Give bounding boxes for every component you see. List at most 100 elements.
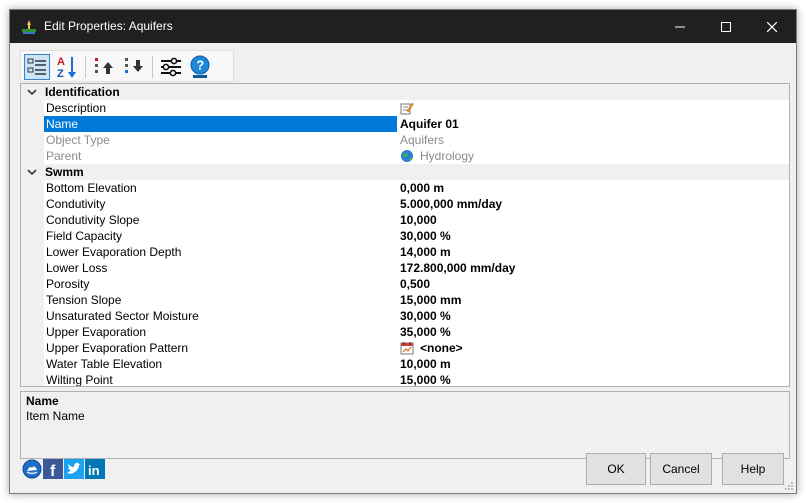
- property-row-tension-slope[interactable]: Tension Slope 15,000 mm: [21, 292, 789, 308]
- property-value[interactable]: 14,000 m: [398, 244, 789, 260]
- property-row-name[interactable]: Name Aquifer 01: [21, 116, 789, 132]
- categorized-view-button[interactable]: [24, 54, 50, 80]
- app-logo-icon[interactable]: [22, 459, 42, 479]
- property-row-parent[interactable]: Parent Hydrology: [21, 148, 789, 164]
- property-value[interactable]: 35,000 %: [398, 324, 789, 340]
- property-value[interactable]: 172.800,000 mm/day: [398, 260, 789, 276]
- property-value[interactable]: 0,500: [398, 276, 789, 292]
- property-row-porosity[interactable]: Porosity 0,500: [21, 276, 789, 292]
- property-row-bottom-elevation[interactable]: Bottom Elevation 0,000 m: [21, 180, 789, 196]
- linkedin-icon[interactable]: in: [85, 459, 105, 479]
- twitter-icon[interactable]: [64, 459, 84, 479]
- app-icon: [22, 20, 36, 34]
- description-title: Name: [26, 394, 59, 408]
- property-row-description[interactable]: Description: [21, 100, 789, 116]
- help-dialog-button[interactable]: Help: [722, 453, 784, 485]
- property-name: Object Type: [43, 132, 397, 148]
- property-name: Lower Loss: [43, 260, 397, 276]
- minimize-icon: [675, 26, 685, 27]
- property-row-condutivity-slope[interactable]: Condutivity Slope 10,000: [21, 212, 789, 228]
- svg-text:?: ?: [196, 58, 204, 73]
- category-label: Identification: [45, 85, 120, 99]
- property-name: Description: [43, 100, 397, 116]
- category-swmm[interactable]: Swmm: [21, 164, 789, 180]
- cancel-button[interactable]: Cancel: [650, 453, 712, 485]
- move-down-icon: [125, 58, 143, 73]
- move-down-button[interactable]: [121, 54, 147, 80]
- property-name: Name: [43, 116, 397, 132]
- property-row-upper-evaporation-pattern[interactable]: Upper Evaporation Pattern <none>: [21, 340, 789, 356]
- maximize-button[interactable]: [703, 10, 749, 43]
- property-row-wilting-point[interactable]: Wilting Point 15,000 %: [21, 372, 789, 386]
- property-value[interactable]: 15,000 mm: [398, 292, 789, 308]
- minimize-button[interactable]: [657, 10, 703, 43]
- edit-properties-window: Edit Properties: Aquifers A Z ? Identifi…: [9, 9, 797, 494]
- svg-text:A: A: [57, 56, 65, 68]
- property-row-upper-evaporation[interactable]: Upper Evaporation 35,000 %: [21, 324, 789, 340]
- property-row-condutivity[interactable]: Condutivity 5.000,000 mm/day: [21, 196, 789, 212]
- property-name: Wilting Point: [43, 372, 397, 386]
- property-name: Tension Slope: [43, 292, 397, 308]
- edit-text-icon[interactable]: [400, 101, 414, 115]
- chevron-down-icon[interactable]: [27, 87, 37, 97]
- property-row-field-capacity[interactable]: Field Capacity 30,000 %: [21, 228, 789, 244]
- sort-az-icon: A Z: [57, 56, 76, 80]
- property-row-object-type[interactable]: Object Type Aquifers: [21, 132, 789, 148]
- svg-text:f: f: [50, 463, 56, 479]
- category-label: Swmm: [45, 165, 84, 179]
- property-value[interactable]: <none>: [398, 340, 789, 356]
- sliders-icon: [161, 57, 181, 77]
- property-name: Bottom Elevation: [43, 180, 397, 196]
- property-name: Unsaturated Sector Moisture: [43, 308, 397, 324]
- move-up-button[interactable]: [91, 54, 117, 80]
- property-value[interactable]: 30,000 %: [398, 308, 789, 324]
- property-name: Porosity: [43, 276, 397, 292]
- property-value[interactable]: 10,000 m: [398, 356, 789, 372]
- chevron-down-icon[interactable]: [27, 167, 37, 177]
- close-button[interactable]: [749, 10, 795, 43]
- svg-text:in: in: [88, 463, 100, 478]
- property-name: Upper Evaporation Pattern: [43, 340, 397, 356]
- maximize-icon: [721, 21, 731, 32]
- property-name: Condutivity: [43, 196, 397, 212]
- property-row-lower-loss[interactable]: Lower Loss 172.800,000 mm/day: [21, 260, 789, 276]
- category-identification[interactable]: Identification: [21, 84, 789, 100]
- property-value[interactable]: Aquifer 01: [398, 116, 789, 132]
- property-name: Lower Evaporation Depth: [43, 244, 397, 260]
- alphabetical-sort-button[interactable]: A Z: [54, 54, 80, 80]
- toolbar-separator: [85, 56, 86, 78]
- resize-grip-icon[interactable]: [784, 481, 794, 491]
- property-value: Hydrology: [398, 148, 789, 164]
- globe-icon: [401, 150, 413, 162]
- property-name: Field Capacity: [43, 228, 397, 244]
- property-value[interactable]: 0,000 m: [398, 180, 789, 196]
- toolbar-separator: [152, 56, 153, 78]
- ok-button[interactable]: OK: [586, 453, 646, 485]
- property-name: Parent: [43, 148, 397, 164]
- window-title: Edit Properties: Aquifers: [44, 19, 173, 33]
- property-value[interactable]: [398, 100, 789, 116]
- svg-text:Z: Z: [57, 68, 64, 80]
- property-value[interactable]: 15,000 %: [398, 372, 789, 386]
- settings-button[interactable]: [158, 54, 184, 80]
- pattern-icon[interactable]: [400, 341, 414, 355]
- property-name: Upper Evaporation: [43, 324, 397, 340]
- property-row-water-table-elevation[interactable]: Water Table Elevation 10,000 m: [21, 356, 789, 372]
- description-panel: Name Item Name: [20, 391, 790, 459]
- close-icon: [767, 21, 777, 32]
- property-grid: Identification Description Name Aquifer …: [20, 83, 790, 387]
- property-value[interactable]: 10,000: [398, 212, 789, 228]
- property-value[interactable]: 30,000 %: [398, 228, 789, 244]
- facebook-icon[interactable]: f: [43, 459, 63, 479]
- property-row-unsaturated-sector-moisture[interactable]: Unsaturated Sector Moisture 30,000 %: [21, 308, 789, 324]
- description-text: Item Name: [26, 409, 85, 423]
- title-bar[interactable]: Edit Properties: Aquifers: [10, 10, 796, 43]
- move-up-icon: [95, 58, 113, 74]
- property-value[interactable]: 5.000,000 mm/day: [398, 196, 789, 212]
- property-name: Condutivity Slope: [43, 212, 397, 228]
- property-value: Aquifers: [400, 133, 445, 147]
- help-button[interactable]: ?: [187, 54, 213, 80]
- property-name: Water Table Elevation: [43, 356, 397, 372]
- categorized-list-icon: [27, 58, 46, 75]
- property-row-lower-evaporation-depth[interactable]: Lower Evaporation Depth 14,000 m: [21, 244, 789, 260]
